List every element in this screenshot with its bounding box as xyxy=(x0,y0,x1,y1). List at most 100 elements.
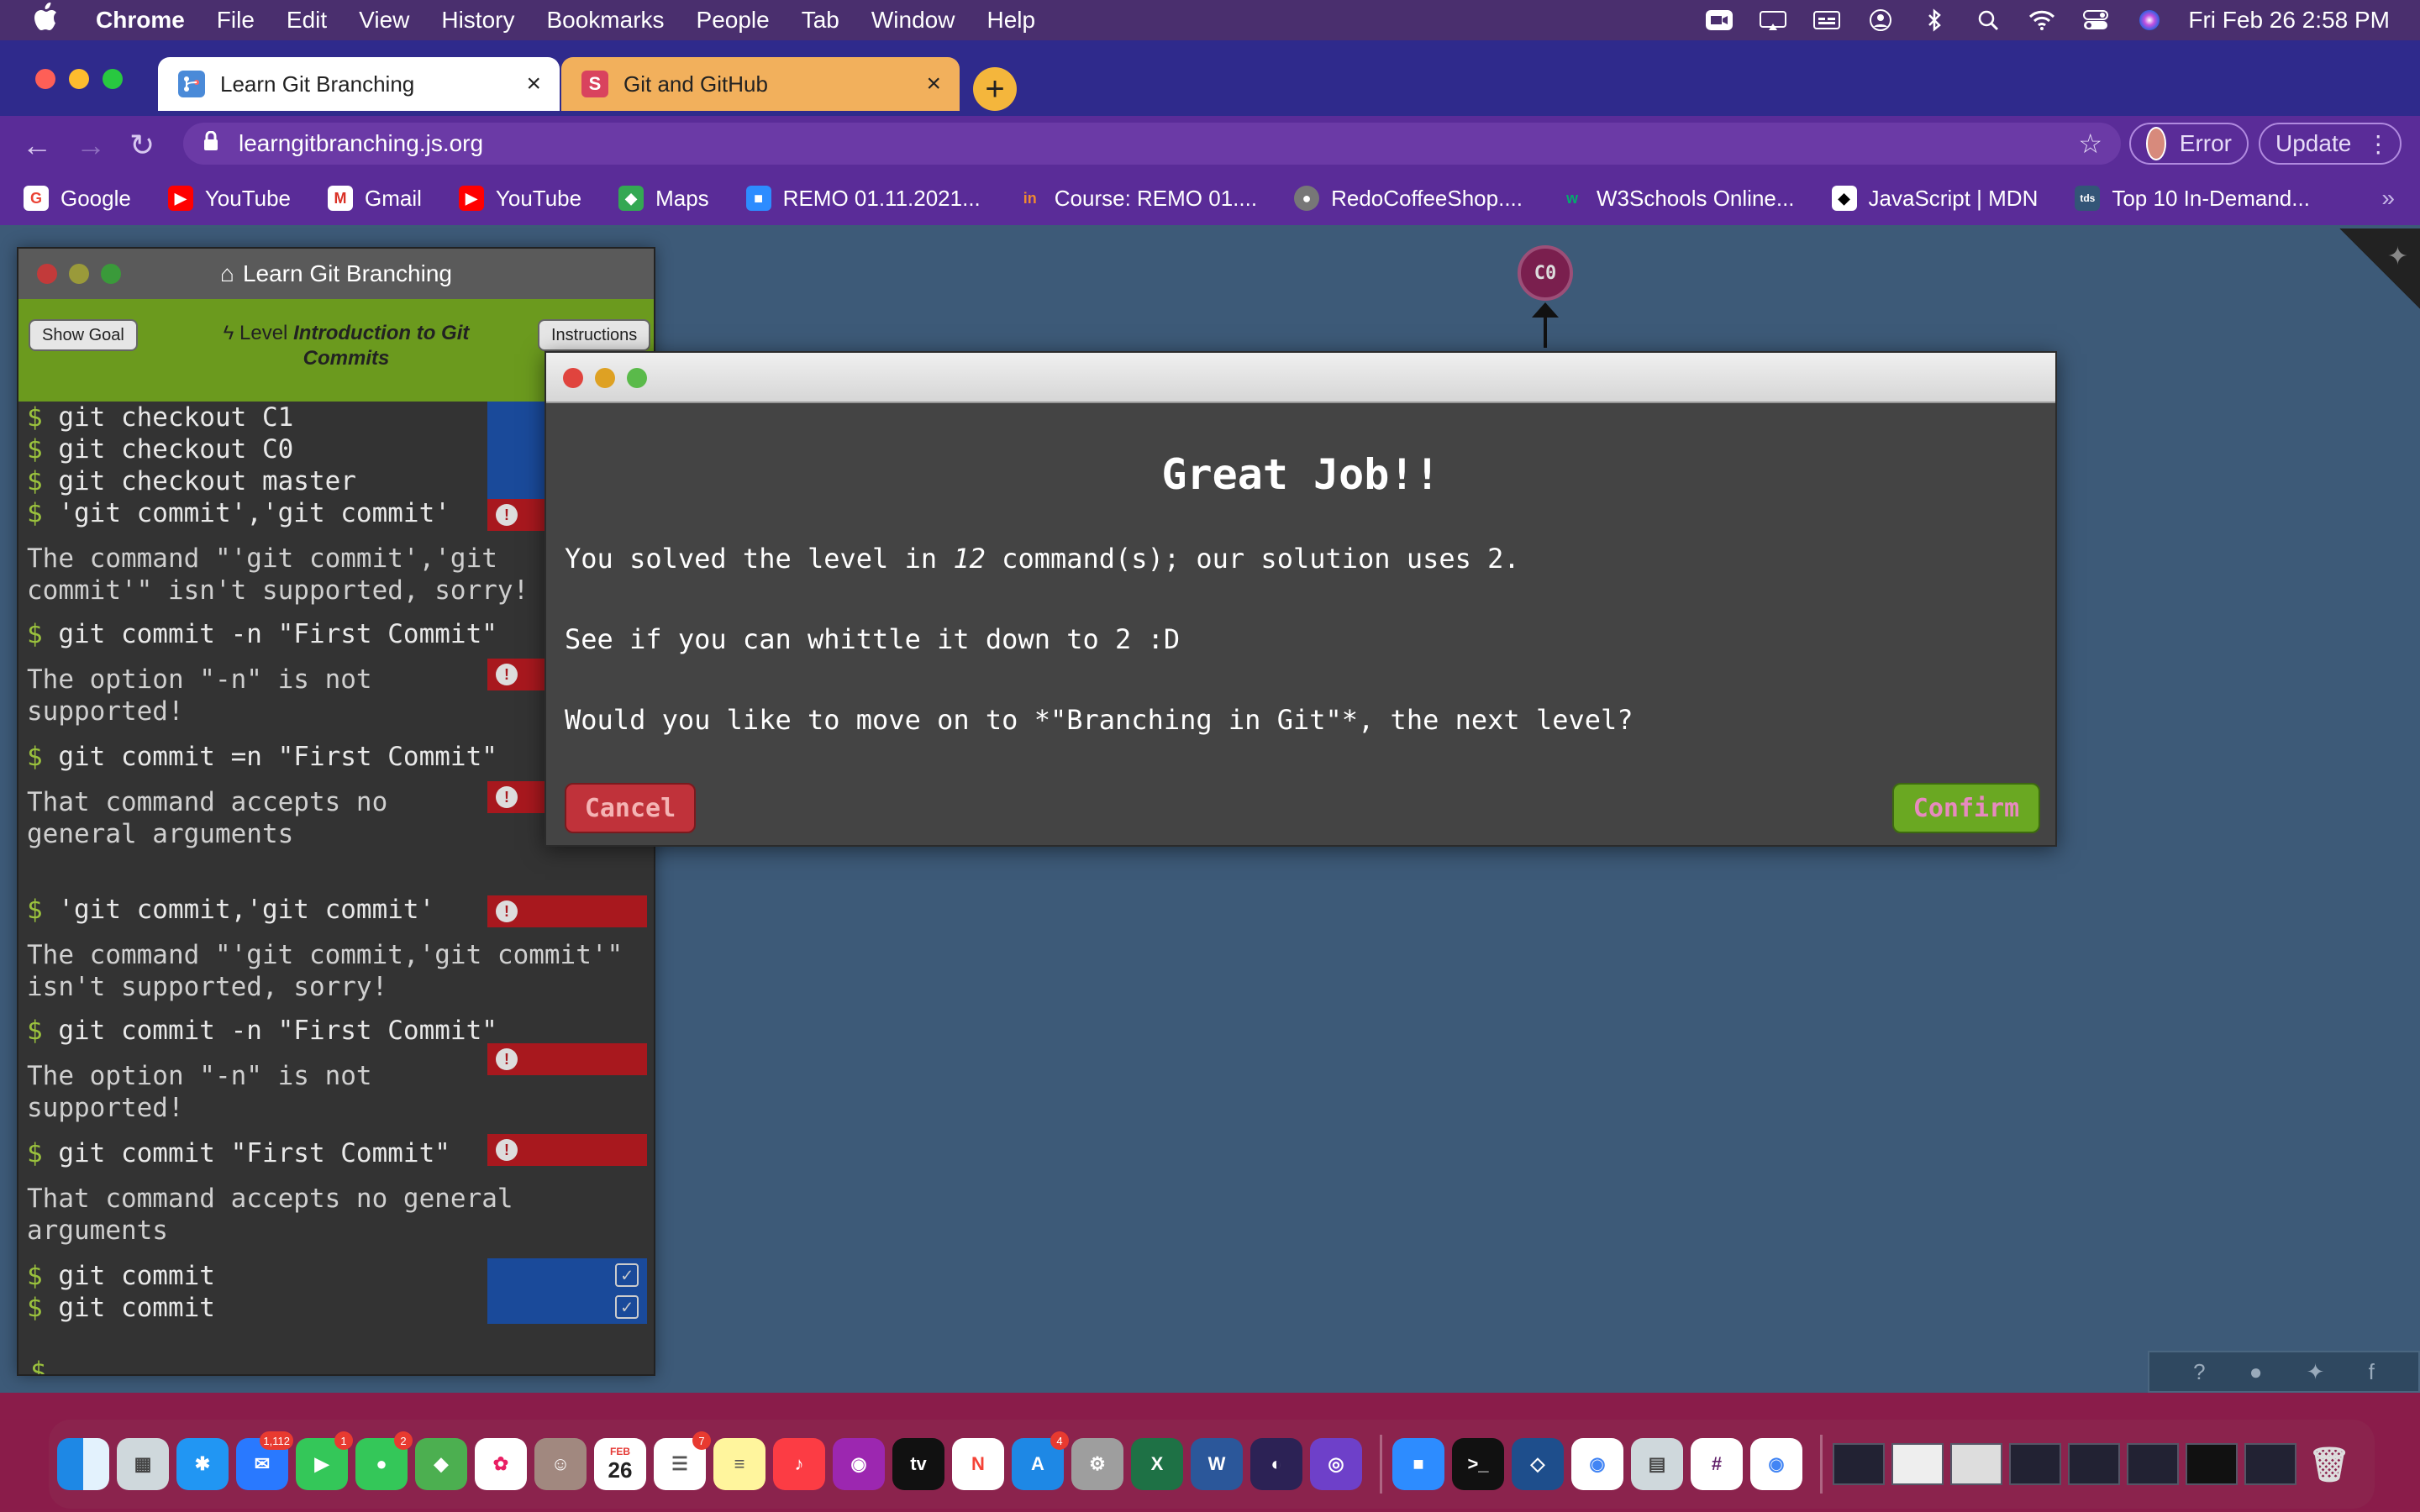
menu-window[interactable]: Window xyxy=(871,7,955,34)
minimized-window[interactable] xyxy=(1950,1443,2002,1485)
minimized-window[interactable] xyxy=(2009,1443,2061,1485)
dialog-maximize-button[interactable] xyxy=(627,368,647,388)
github-corner[interactable]: ✦ xyxy=(2339,228,2420,309)
globe-icon[interactable]: ● xyxy=(2249,1359,2263,1385)
trash-icon[interactable]: 🗑 xyxy=(2303,1438,2355,1490)
siri-icon[interactable] xyxy=(2134,8,2165,32)
menu-bookmarks[interactable]: Bookmarks xyxy=(546,7,664,34)
window-zoom-button[interactable] xyxy=(103,69,123,89)
twitter-icon[interactable]: ✦ xyxy=(2307,1359,2325,1385)
apple-menu-icon[interactable] xyxy=(34,3,67,38)
bookmark-maps[interactable]: ◆ Maps xyxy=(618,186,709,212)
minimized-window[interactable] xyxy=(1891,1443,1944,1485)
zoom-status-icon[interactable] xyxy=(1704,8,1734,32)
forward-arrow-icon[interactable]: → xyxy=(76,128,106,163)
cancel-button[interactable]: Cancel xyxy=(565,783,696,833)
news-icon[interactable]: N xyxy=(952,1438,1004,1490)
bookmark-redocoffeeshop[interactable]: ● RedoCoffeeShop.... xyxy=(1294,186,1523,212)
calendar-icon[interactable]: FEB 26 xyxy=(594,1438,646,1490)
finder-icon[interactable] xyxy=(57,1438,109,1490)
github-desktop-icon[interactable]: ◎ xyxy=(1310,1438,1362,1490)
dialog-minimize-button[interactable] xyxy=(595,368,615,388)
maps-icon[interactable]: ◆ xyxy=(415,1438,467,1490)
menu-tab[interactable]: Tab xyxy=(802,7,839,34)
safari-icon[interactable]: ✱ xyxy=(176,1438,229,1490)
menu-history[interactable]: History xyxy=(441,7,514,34)
launchpad-icon[interactable]: ▦ xyxy=(117,1438,169,1490)
bluetooth-icon[interactable] xyxy=(1919,8,1949,32)
menubar-clock[interactable]: Fri Feb 26 2:58 PM xyxy=(2188,7,2390,34)
panel-close-button[interactable] xyxy=(37,264,57,284)
music-icon[interactable]: ♪ xyxy=(773,1438,825,1490)
minimized-window[interactable] xyxy=(2186,1443,2238,1485)
commit-node[interactable]: C0 xyxy=(1518,245,1573,301)
menu-chrome[interactable]: Chrome xyxy=(96,7,185,34)
minimized-window[interactable] xyxy=(2127,1443,2179,1485)
menu-file[interactable]: File xyxy=(217,7,255,34)
control-center-icon[interactable] xyxy=(2081,8,2111,32)
photos-icon[interactable]: ✿ xyxy=(475,1438,527,1490)
bookmark-remo[interactable]: ■ REMO 01.11.2021... xyxy=(745,186,981,212)
level-name[interactable]: ϟ Level Introduction to Git Commits xyxy=(187,321,506,371)
tab-learn-git-branching[interactable]: Learn Git Branching × xyxy=(158,57,560,111)
menu-view[interactable]: View xyxy=(359,7,409,34)
new-tab-button[interactable]: + xyxy=(973,67,1017,111)
reload-icon[interactable]: ↻ xyxy=(129,128,155,163)
bookmark-star-icon[interactable]: ☆ xyxy=(2078,128,2102,160)
word-icon[interactable]: W xyxy=(1191,1438,1243,1490)
tab-git-and-github[interactable]: S Git and GitHub × xyxy=(561,57,960,111)
profile-error-button[interactable]: Error xyxy=(2129,123,2249,165)
minimized-window[interactable] xyxy=(1833,1443,1885,1485)
menu-edit[interactable]: Edit xyxy=(287,7,327,34)
bookmark-google[interactable]: G Google xyxy=(24,186,131,212)
address-bar[interactable]: learngitbranching.js.org ☆ xyxy=(183,123,2121,165)
mail-icon[interactable]: ✉ 1,112 xyxy=(236,1431,293,1490)
spotlight-search-icon[interactable] xyxy=(1973,8,2003,32)
help-icon[interactable]: ? xyxy=(2193,1359,2205,1385)
menu-help[interactable]: Help xyxy=(986,7,1035,34)
bookmark-mdn[interactable]: ◆ JavaScript | MDN xyxy=(1831,186,2038,212)
window-minimize-button[interactable] xyxy=(69,69,89,89)
command-input[interactable]: $ xyxy=(30,1356,46,1374)
kebab-menu-icon[interactable]: ⋮ xyxy=(2366,130,2390,158)
wifi-icon[interactable] xyxy=(2027,8,2057,32)
bookmark-youtube-2[interactable]: ▶ YouTube xyxy=(458,186,581,212)
notes-icon[interactable]: ≡ xyxy=(713,1438,765,1490)
panel-maximize-button[interactable] xyxy=(101,264,121,284)
terminal-icon[interactable]: >_ xyxy=(1452,1438,1504,1490)
chrome-icon[interactable]: ◉ xyxy=(1571,1438,1623,1490)
back-arrow-icon[interactable]: ← xyxy=(22,128,52,163)
bookmark-w3schools[interactable]: w W3Schools Online... xyxy=(1560,186,1795,212)
contacts-icon[interactable]: ☺ xyxy=(534,1438,587,1490)
minimized-window[interactable] xyxy=(2244,1443,2296,1485)
panel-minimize-button[interactable] xyxy=(69,264,89,284)
excel-icon[interactable]: X xyxy=(1131,1438,1183,1490)
screen-mirror-icon[interactable] xyxy=(1758,8,1788,32)
facetime-icon[interactable]: ▶ 1 xyxy=(296,1431,353,1490)
system-preferences-icon[interactable]: ⚙ xyxy=(1071,1438,1123,1490)
captions-icon[interactable] xyxy=(1812,8,1842,32)
bookmark-gmail[interactable]: M Gmail xyxy=(328,186,422,212)
podcasts-icon[interactable]: ◉ xyxy=(833,1438,885,1490)
bookmark-youtube[interactable]: ▶ YouTube xyxy=(167,186,291,212)
bookmarks-overflow-icon[interactable]: » xyxy=(2381,185,2395,212)
facebook-icon[interactable]: f xyxy=(2369,1359,2375,1385)
dialog-close-button[interactable] xyxy=(563,368,583,388)
menu-people[interactable]: People xyxy=(697,7,770,34)
instructions-button[interactable]: Instructions xyxy=(538,319,651,351)
reminders-icon[interactable]: ☰ 7 xyxy=(654,1431,711,1490)
confirm-button[interactable]: Confirm xyxy=(1892,783,2040,833)
preview-icon[interactable]: ▤ xyxy=(1631,1438,1683,1490)
close-tab-icon[interactable]: × xyxy=(526,70,541,98)
minimized-window[interactable] xyxy=(2068,1443,2120,1485)
apple-tv-icon[interactable]: tv xyxy=(892,1438,944,1490)
close-tab-icon[interactable]: × xyxy=(926,70,941,98)
user-account-icon[interactable] xyxy=(1865,8,1896,32)
eclipse-icon[interactable]: ◐ xyxy=(1250,1438,1302,1490)
update-chrome-button[interactable]: Update ⋮ xyxy=(2259,123,2402,165)
mysql-workbench-icon[interactable]: ◇ xyxy=(1512,1438,1564,1490)
slack-icon[interactable]: # xyxy=(1691,1438,1743,1490)
messages-icon[interactable]: ● 2 xyxy=(355,1431,413,1490)
zoom-icon[interactable]: ■ xyxy=(1392,1438,1444,1490)
bookmark-course-remo[interactable]: in Course: REMO 01.... xyxy=(1018,186,1257,212)
